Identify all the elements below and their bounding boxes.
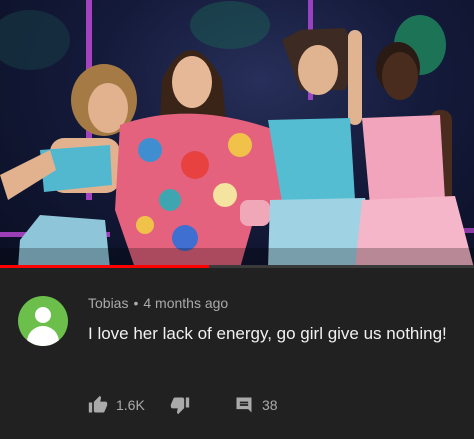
reply-count: 38 — [262, 397, 278, 413]
comment-text: I love her lack of energy, go girl give … — [88, 324, 447, 343]
comment-author[interactable]: Tobias — [88, 295, 128, 311]
comment-icon — [236, 397, 252, 413]
meta-separator: • — [133, 295, 139, 311]
comment-thread: Tobias • 4 months ago I love her lack of e… — [0, 269, 474, 439]
video-progress-bar[interactable] — [0, 265, 474, 268]
avatar[interactable] — [18, 296, 68, 346]
thumbs-up-icon — [88, 395, 108, 413]
stage-scene-image — [0, 0, 474, 268]
comment-meta: Tobias • 4 months ago — [88, 295, 228, 311]
thumbs-down-icon — [170, 397, 190, 415]
like-count: 1.6K — [116, 397, 145, 413]
avatar-body-shape — [27, 326, 59, 346]
like-button[interactable]: 1.6K — [88, 393, 145, 417]
comment-timestamp[interactable]: 4 months ago — [143, 295, 228, 311]
video-frame[interactable] — [0, 0, 474, 268]
dislike-button[interactable] — [170, 393, 190, 417]
reply-button[interactable]: 38 — [234, 393, 278, 417]
video-progress-fill — [0, 265, 209, 268]
avatar-head-shape — [35, 307, 51, 323]
